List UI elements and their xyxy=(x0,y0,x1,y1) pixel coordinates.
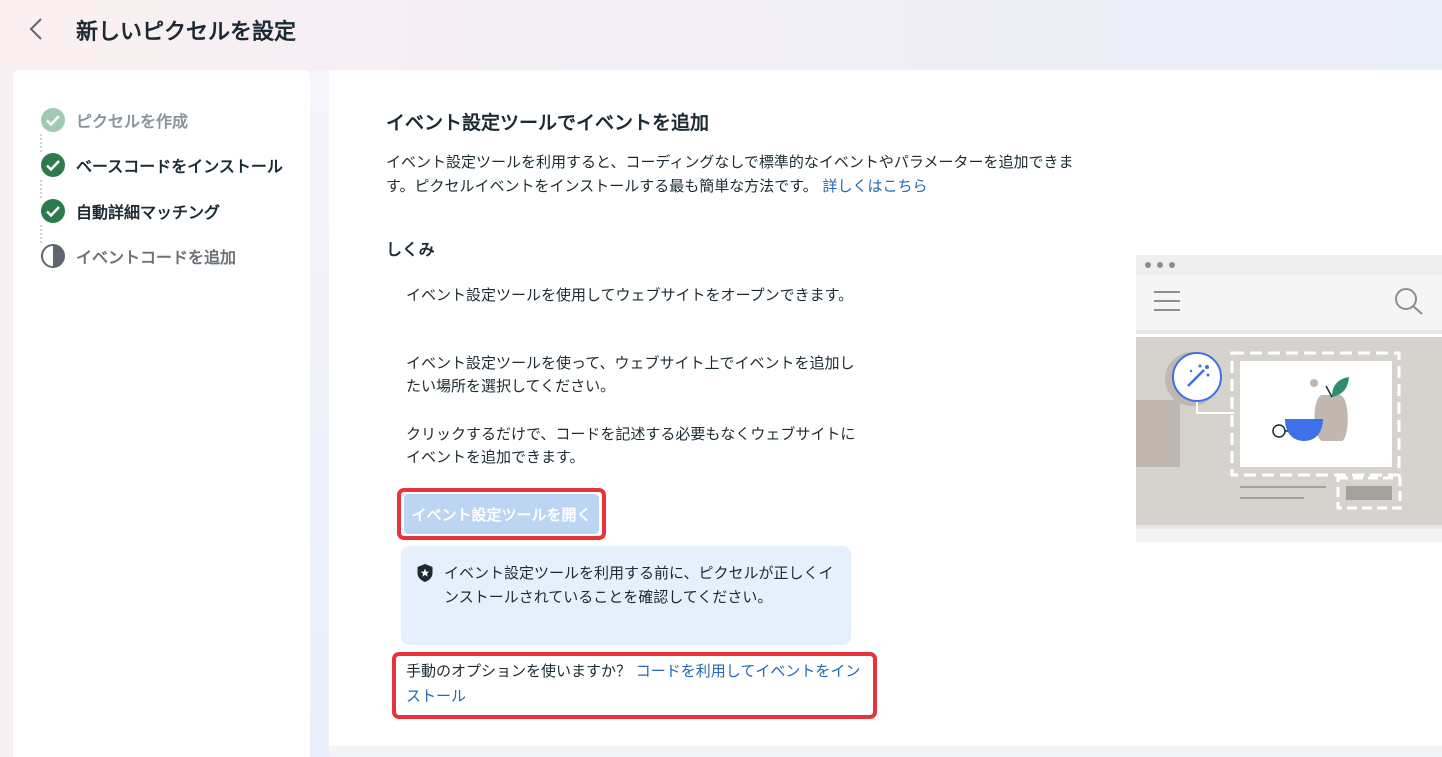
step-create-pixel: ピクセルを作成 xyxy=(40,106,188,134)
step-connector xyxy=(40,134,42,152)
check-circle-icon xyxy=(41,108,65,132)
check-circle-icon xyxy=(41,153,65,177)
step-label: ベースコードをインストール xyxy=(76,157,283,176)
step-advanced-matching: 自動詳細マッチング xyxy=(40,197,220,225)
step-connector xyxy=(40,180,42,198)
page-header: 新しいピクセルを設定 xyxy=(0,0,1442,62)
manual-prompt: 手動のオプションを使いますか？ xyxy=(406,662,632,680)
step-label: イベントコードを追加 xyxy=(76,248,237,267)
learn-more-link[interactable]: 詳しくはこちら xyxy=(822,177,927,195)
step-add-event-code: イベントコードを追加 xyxy=(40,242,236,270)
how-it-works-title: しくみ xyxy=(386,240,435,259)
step-install-base-code: ベースコードをインストール xyxy=(40,151,283,179)
half-circle-progress-icon xyxy=(41,244,65,268)
main-panel-footer xyxy=(329,746,1442,757)
content-divider xyxy=(310,70,330,757)
step-label: ピクセルを作成 xyxy=(76,112,189,131)
back-arrow-icon[interactable] xyxy=(22,14,52,44)
how-it-works-step: イベント設定ツールを使って、ウェブサイト上でイベントを追加したい場所を選択してく… xyxy=(406,354,855,395)
check-circle-icon xyxy=(41,199,65,223)
description-text: イベント設定ツールを利用すると、コーディングなしで標準的なイベントやパラメーター… xyxy=(386,153,1074,195)
open-event-setup-tool-button[interactable]: イベント設定ツールを開く xyxy=(404,494,599,534)
how-it-works-step: イベント設定ツールを使用してウェブサイトをオープンできます。 xyxy=(406,286,854,304)
step-connector xyxy=(40,225,42,243)
shield-star-icon xyxy=(417,564,433,582)
how-it-works-step: クリックするだけで、コードを記述する必要もなくウェブサイトにイベントを追加できま… xyxy=(406,425,856,466)
section-title: イベント設定ツールでイベントを追加 xyxy=(386,112,710,134)
notice-banner: イベント設定ツールを利用する前に、ピクセルが正しくインストールされていることを確… xyxy=(401,546,851,645)
section-description: イベント設定ツールを利用すると、コーディングなしで標準的なイベントやパラメーター… xyxy=(386,150,1086,198)
notice-text: イベント設定ツールを利用する前に、ピクセルが正しくインストールされていることを確… xyxy=(444,564,834,606)
event-setup-illustration xyxy=(1136,255,1442,542)
step-label: 自動詳細マッチング xyxy=(76,203,221,222)
manual-option: 手動のオプションを使いますか？ コードを利用してイベントをインストール xyxy=(406,659,872,709)
page-title: 新しいピクセルを設定 xyxy=(76,20,297,45)
